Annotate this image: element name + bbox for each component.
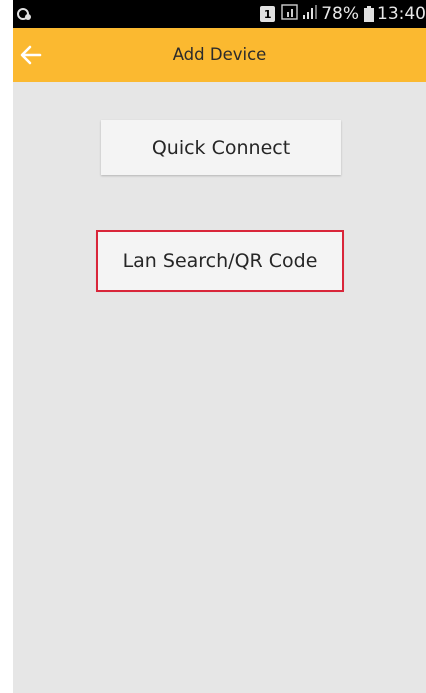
page-title: Add Device <box>172 45 267 64</box>
status-bar: 1 78% 13:40 <box>13 0 426 28</box>
app-notification-icon <box>16 6 32 22</box>
signal-empty-icon <box>281 3 299 25</box>
battery-icon <box>364 6 374 22</box>
phone-screen: 1 78% 13:40 Add Device Quick Connect Lan… <box>13 0 426 693</box>
sim-card-icon: 1 <box>260 6 276 22</box>
lan-search-qr-button[interactable]: Lan Search/QR Code <box>97 232 343 290</box>
quick-connect-button[interactable]: Quick Connect <box>101 120 341 175</box>
app-bar: Add Device <box>13 28 426 82</box>
status-time: 13:40 <box>377 4 426 24</box>
signal-strength-icon <box>302 4 318 25</box>
status-icons: 1 78% 13:40 <box>260 0 426 28</box>
battery-percent: 78% <box>321 4 359 24</box>
